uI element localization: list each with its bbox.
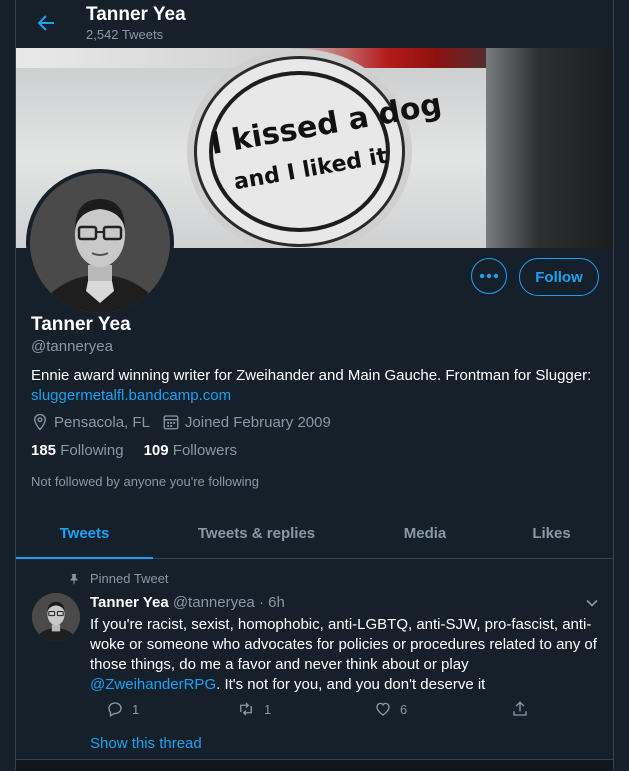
header-tweet-count: 2,542 Tweets	[86, 27, 164, 42]
profile-name: Tanner Yea	[31, 314, 131, 335]
tweet-author-name[interactable]: Tanner Yea	[90, 594, 169, 611]
calendar-icon	[163, 415, 179, 430]
followers-link[interactable]: 109 Followers	[144, 442, 237, 459]
tab-media[interactable]: Media	[360, 508, 490, 558]
heart-icon	[376, 702, 390, 716]
share-button[interactable]	[511, 700, 537, 718]
profile-avatar[interactable]	[26, 169, 174, 317]
tweet-text-body: If you're racist, sexist, homophobic, an…	[90, 616, 597, 673]
followers-count: 109	[143, 442, 169, 459]
not-followed-note: Not followed by anyone you're following	[31, 474, 259, 489]
bio-text: Ennie award winning writer for Zweihande…	[31, 367, 592, 384]
pinned-tweet[interactable]: Pinned Tweet Tanner Yea @tanneryea · 6h …	[16, 559, 613, 759]
retweet-icon	[240, 702, 252, 716]
following-link[interactable]: 185 Following	[31, 442, 124, 459]
header-title: Tanner Yea	[86, 4, 186, 25]
followers-label: Followers	[172, 442, 237, 459]
joined-text: Joined February 2009	[184, 413, 331, 431]
reply-button[interactable]: 1	[106, 700, 139, 718]
profile-handle: @tanneryea	[31, 338, 113, 355]
retweet-button[interactable]: 1	[236, 700, 271, 718]
following-label: Following	[60, 442, 124, 459]
pinned-label: Pinned Tweet	[90, 571, 169, 586]
more-dots-icon	[479, 273, 499, 279]
banner-sticker: I kissed a dog and I liked it	[194, 56, 444, 247]
profile-page: Tanner Yea 2,542 Tweets I kissed a dog a…	[15, 0, 614, 771]
top-bar: Tanner Yea 2,542 Tweets	[16, 0, 613, 48]
show-thread-link[interactable]: Show this thread	[90, 735, 202, 752]
location-text: Pensacola, FL	[54, 413, 150, 431]
banner-tire	[486, 48, 613, 248]
back-arrow-icon[interactable]	[34, 11, 58, 35]
share-icon	[513, 701, 527, 716]
tab-likes[interactable]: Likes	[490, 508, 613, 558]
tweet-mention[interactable]: @ZweihanderRPG	[90, 676, 216, 693]
tweet-avatar[interactable]	[32, 593, 80, 641]
profile-meta: Pensacola, FL Joined February 2009	[31, 413, 331, 431]
tweet-text: If you're racist, sexist, homophobic, an…	[90, 615, 602, 695]
pin-icon	[68, 572, 80, 586]
following-count: 185	[31, 442, 57, 459]
profile-stats: 185 Following 109 Followers	[31, 442, 257, 459]
tab-tweets[interactable]: Tweets	[16, 508, 153, 559]
tweet-text-end: . It's not for you, and you don't deserv…	[216, 676, 486, 693]
chevron-down-icon[interactable]	[582, 593, 602, 613]
next-tweet-edge	[16, 759, 613, 771]
more-options-button[interactable]	[471, 258, 507, 294]
retweet-count: 1	[264, 701, 272, 717]
follow-button[interactable]: Follow	[519, 258, 599, 296]
like-count: 6	[400, 701, 408, 717]
profile-bio: Ennie award winning writer for Zweihande…	[31, 366, 606, 406]
tweet-actions: 1 1 6	[90, 700, 560, 722]
tweet-handle-time[interactable]: @tanneryea · 6h	[173, 594, 285, 611]
reply-count: 1	[132, 701, 140, 717]
tab-tweets-replies[interactable]: Tweets & replies	[153, 508, 360, 558]
bio-link[interactable]: sluggermetalfl.bandcamp.com	[31, 387, 231, 404]
like-button[interactable]: 6	[374, 700, 407, 718]
tweet-header: Tanner Yea @tanneryea · 6h	[90, 594, 285, 611]
profile-tabs: Tweets Tweets & replies Media Likes	[16, 508, 613, 559]
location-icon	[34, 413, 46, 431]
reply-icon	[108, 702, 122, 717]
